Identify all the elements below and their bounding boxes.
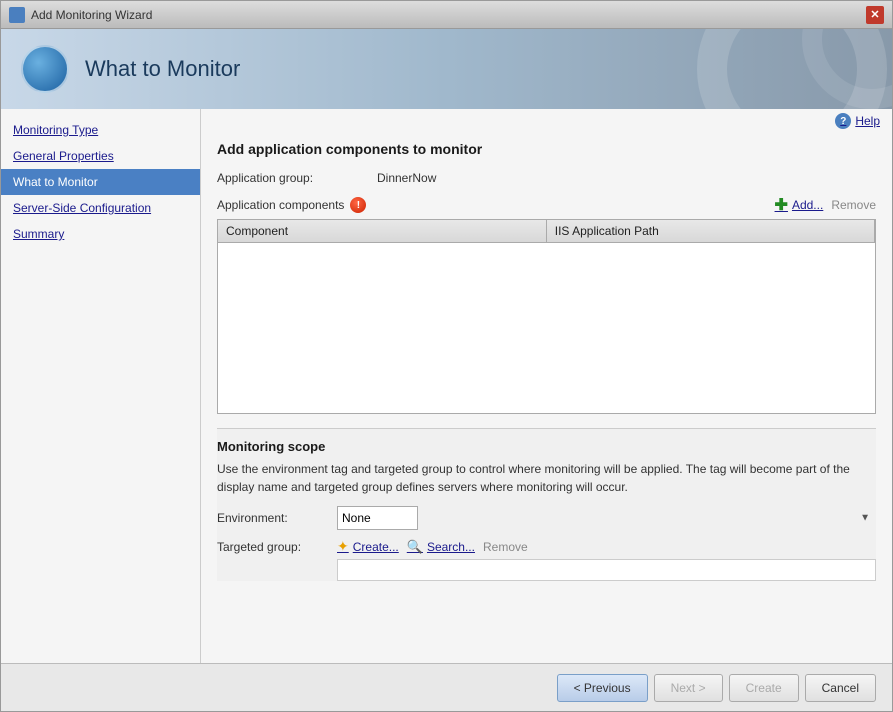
add-label: Add... [792, 198, 823, 212]
right-panel: ? Help Add application components to mon… [201, 109, 892, 663]
targeted-btns: ✦ Create... 🔍 Search... Remove [337, 538, 528, 555]
add-remove-btns: ✚ Add... Remove [775, 195, 876, 215]
remove-button: Remove [831, 198, 876, 212]
targeted-value-box [337, 559, 876, 581]
section-title: Add application components to monitor [217, 141, 876, 157]
col-component: Component [218, 220, 546, 243]
targeted-group-row: Targeted group: ✦ Create... 🔍 Search... … [217, 538, 876, 555]
components-table: Component IIS Application Path [217, 219, 876, 414]
previous-button[interactable]: < Previous [557, 674, 648, 702]
environment-label: Environment: [217, 511, 337, 525]
error-icon: ! [350, 197, 366, 213]
application-group-value: DinnerNow [377, 171, 436, 185]
environment-select[interactable]: None Development Test Production [337, 506, 418, 530]
help-bar: ? Help [201, 109, 892, 133]
sidebar-item-summary[interactable]: Summary [1, 221, 200, 247]
help-link[interactable]: ? Help [835, 113, 880, 129]
scope-title: Monitoring scope [217, 439, 876, 454]
create-button[interactable]: ✦ Create... [337, 538, 399, 555]
header-banner: What to Monitor [1, 29, 892, 109]
create-wizard-button[interactable]: Create [729, 674, 799, 702]
cancel-button[interactable]: Cancel [805, 674, 876, 702]
environment-row: Environment: None Development Test Produ… [217, 506, 876, 530]
table-header: Component IIS Application Path [218, 220, 875, 243]
table-body [218, 243, 875, 413]
help-icon: ? [835, 113, 851, 129]
search-icon: 🔍 [407, 539, 423, 555]
create-icon: ✦ [337, 538, 349, 555]
create-label: Create... [353, 540, 399, 554]
wizard-window: Add Monitoring Wizard ✕ What to Monitor … [0, 0, 893, 712]
wizard-icon [21, 45, 69, 93]
application-group-label: Application group: [217, 171, 377, 185]
content-area: Add application components to monitor Ap… [201, 133, 892, 663]
sidebar: Monitoring Type General Properties What … [1, 109, 201, 663]
sidebar-item-what-to-monitor: What to Monitor [1, 169, 200, 195]
app-components-label: Application components ! [217, 197, 366, 213]
scope-desc: Use the environment tag and targeted gro… [217, 460, 876, 496]
main-content: Monitoring Type General Properties What … [1, 109, 892, 663]
sidebar-item-server-side-config[interactable]: Server-Side Configuration [1, 195, 200, 221]
monitoring-scope-section: Monitoring scope Use the environment tag… [217, 428, 876, 581]
app-components-text: Application components [217, 198, 344, 212]
help-label: Help [855, 114, 880, 128]
next-button[interactable]: Next > [654, 674, 723, 702]
search-button[interactable]: 🔍 Search... [407, 539, 475, 555]
add-icon: ✚ [775, 195, 788, 215]
title-bar: Add Monitoring Wizard ✕ [1, 1, 892, 29]
application-group-row: Application group: DinnerNow [217, 171, 876, 185]
close-button[interactable]: ✕ [866, 6, 884, 24]
footer: < Previous Next > Create Cancel [1, 663, 892, 711]
search-label: Search... [427, 540, 475, 554]
header-title: What to Monitor [85, 56, 240, 82]
targeted-remove-button: Remove [483, 540, 528, 554]
window-icon [9, 7, 25, 23]
app-components-header: Application components ! ✚ Add... Remove [217, 195, 876, 215]
title-bar-left: Add Monitoring Wizard [9, 7, 152, 23]
targeted-group-label: Targeted group: [217, 540, 337, 554]
sidebar-item-monitoring-type[interactable]: Monitoring Type [1, 117, 200, 143]
add-button[interactable]: ✚ Add... [775, 195, 824, 215]
col-iis-path: IIS Application Path [546, 220, 874, 243]
sidebar-item-general-properties[interactable]: General Properties [1, 143, 200, 169]
select-wrapper: None Development Test Production [337, 506, 876, 530]
targeted-value-row [217, 559, 876, 581]
window-title: Add Monitoring Wizard [31, 8, 152, 22]
